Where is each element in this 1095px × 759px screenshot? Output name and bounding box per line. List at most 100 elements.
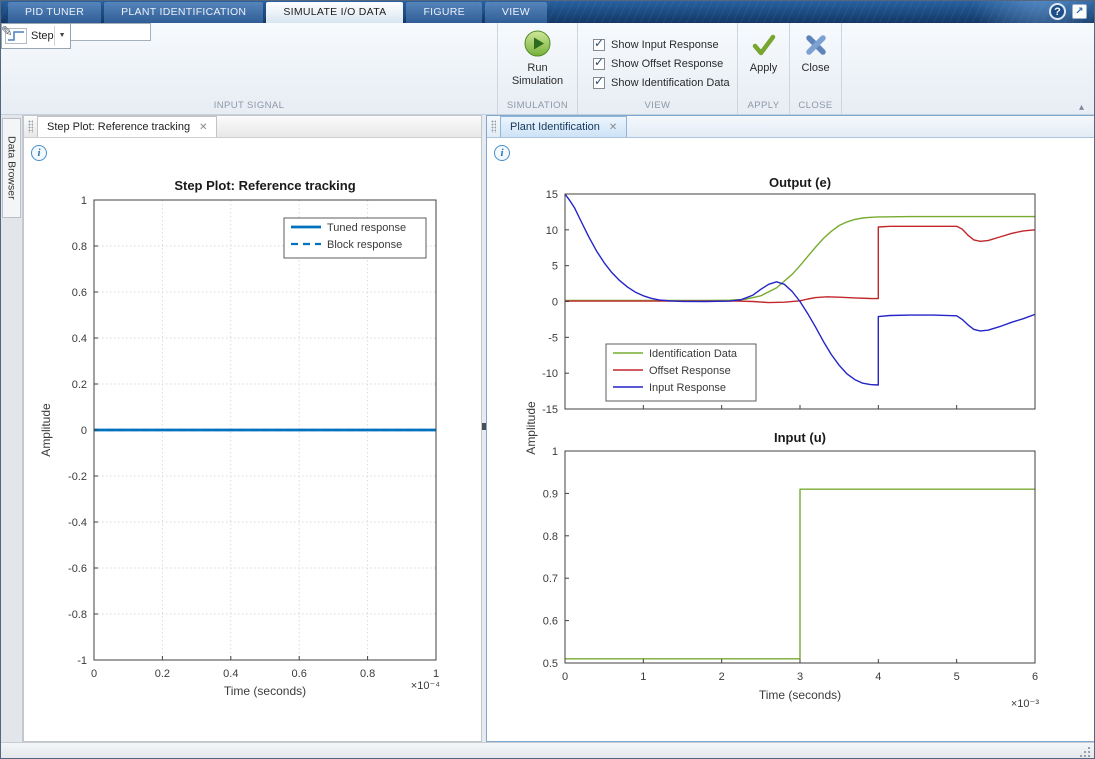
svg-text:2: 2 bbox=[719, 671, 725, 683]
check-icon: ✓ bbox=[594, 74, 604, 88]
svg-text:Identification Data: Identification Data bbox=[649, 348, 738, 360]
checkbox-show-input-response[interactable]: ✓ Show Input Response bbox=[578, 35, 737, 54]
check-icon: ✓ bbox=[594, 55, 604, 69]
svg-text:1: 1 bbox=[433, 668, 439, 680]
svg-text:-0.6: -0.6 bbox=[68, 563, 87, 575]
svg-text:×10⁻³: ×10⁻³ bbox=[1011, 698, 1039, 710]
checkbox-label: Show Identification Data bbox=[611, 77, 730, 89]
svg-text:3: 3 bbox=[797, 671, 803, 683]
ribbon-tabbar: PID TUNER PLANT IDENTIFICATION SIMULATE … bbox=[1, 1, 1094, 23]
tab-gripper[interactable] bbox=[28, 120, 33, 133]
svg-text:0.7: 0.7 bbox=[543, 573, 558, 585]
right-panel-tabbar: Plant Identification ✕ bbox=[487, 116, 1095, 138]
close-tab-icon[interactable]: ✕ bbox=[199, 122, 207, 133]
svg-text:0.4: 0.4 bbox=[72, 333, 87, 345]
svg-text:-1: -1 bbox=[77, 655, 87, 667]
apply-label: Apply bbox=[738, 62, 789, 74]
data-browser-tab[interactable]: Data Browser bbox=[2, 118, 21, 218]
input-signal-section-label: INPUT SIGNAL bbox=[1, 99, 497, 114]
svg-text:Step Plot: Reference tracking: Step Plot: Reference tracking bbox=[174, 178, 355, 193]
info-icon[interactable]: i bbox=[31, 145, 47, 161]
apply-section-label: APPLY bbox=[738, 99, 789, 114]
svg-text:-0.4: -0.4 bbox=[68, 517, 87, 529]
svg-text:1: 1 bbox=[552, 446, 558, 458]
step-plot-chart: 00.20.40.60.81-1-0.8-0.6-0.4-0.200.20.40… bbox=[24, 138, 481, 741]
toolstrip-spacer: ▴ bbox=[842, 23, 1094, 114]
svg-text:5: 5 bbox=[552, 261, 558, 273]
tab-plant-identification[interactable]: PLANT IDENTIFICATION bbox=[104, 2, 263, 23]
resize-grip[interactable] bbox=[1078, 745, 1090, 757]
checkbox-label: Show Input Response bbox=[611, 39, 719, 51]
tab-gripper[interactable] bbox=[491, 120, 496, 133]
svg-text:Offset Response: Offset Response bbox=[649, 365, 731, 377]
svg-text:0.8: 0.8 bbox=[543, 531, 558, 543]
tabbar-icons: ? ↗ bbox=[1049, 3, 1087, 20]
checkbox-show-identification-data[interactable]: ✓ Show Identification Data bbox=[578, 73, 737, 92]
svg-text:6: 6 bbox=[1032, 671, 1038, 683]
tab-plant-identification-doc[interactable]: Plant Identification ✕ bbox=[500, 116, 627, 137]
checkbox-box: ✓ bbox=[593, 77, 605, 89]
svg-text:15: 15 bbox=[546, 189, 558, 201]
svg-text:0.8: 0.8 bbox=[72, 241, 87, 253]
view-section: ✓ Show Input Response ✓ Show Offset Resp… bbox=[578, 23, 738, 114]
simulation-section: Run Simulation SIMULATION bbox=[498, 23, 578, 114]
tab-step-plot[interactable]: Step Plot: Reference tracking ✕ bbox=[37, 116, 217, 137]
svg-text:-0.2: -0.2 bbox=[68, 471, 87, 483]
svg-text:Output (e): Output (e) bbox=[769, 175, 831, 190]
shared-amplitude-label: Amplitude bbox=[524, 401, 538, 454]
svg-text:0.6: 0.6 bbox=[543, 616, 558, 628]
svg-text:Time (seconds): Time (seconds) bbox=[224, 684, 306, 698]
svg-text:10: 10 bbox=[546, 225, 558, 237]
input-chart: 01234560.50.60.70.80.91Input (u)Time (se… bbox=[487, 426, 1095, 740]
tab-figure[interactable]: FIGURE bbox=[406, 2, 481, 23]
svg-text:Block response: Block response bbox=[327, 239, 402, 251]
svg-text:0.2: 0.2 bbox=[155, 668, 170, 680]
run-simulation-button[interactable]: Run Simulation bbox=[498, 23, 577, 99]
plant-identification-content: -15-10-5051015Output (e)Identification D… bbox=[487, 138, 1095, 741]
tab-pid-tuner[interactable]: PID TUNER bbox=[8, 2, 101, 23]
svg-text:5: 5 bbox=[954, 671, 960, 683]
svg-text:0.6: 0.6 bbox=[292, 668, 307, 680]
edit-signal-icon[interactable]: ✎ bbox=[1, 23, 13, 40]
close-button[interactable]: Close bbox=[790, 23, 841, 99]
view-section-label: VIEW bbox=[578, 99, 737, 114]
svg-text:0.4: 0.4 bbox=[223, 668, 238, 680]
svg-text:0.2: 0.2 bbox=[72, 379, 87, 391]
svg-text:Input (u): Input (u) bbox=[774, 430, 826, 445]
svg-text:0.5: 0.5 bbox=[543, 658, 558, 670]
svg-text:-0.8: -0.8 bbox=[68, 609, 87, 621]
check-icon: ✓ bbox=[594, 36, 604, 50]
checkbox-label: Show Offset Response bbox=[611, 58, 723, 70]
svg-text:0.9: 0.9 bbox=[543, 488, 558, 500]
svg-text:0: 0 bbox=[91, 668, 97, 680]
run-simulation-label: Run Simulation bbox=[498, 62, 577, 88]
app-window: PID TUNER PLANT IDENTIFICATION SIMULATE … bbox=[0, 0, 1095, 759]
apply-button[interactable]: Apply bbox=[738, 23, 789, 99]
collapse-toolstrip-icon[interactable]: ▴ bbox=[1079, 102, 1084, 113]
tab-plant-identification-label: Plant Identification bbox=[510, 121, 600, 133]
toolstrip: Sample Time (ΔT): Offset (u₀): Onset Lag… bbox=[1, 23, 1094, 115]
svg-text:Tuned response: Tuned response bbox=[327, 222, 406, 234]
simulation-section-label: SIMULATION bbox=[498, 99, 577, 114]
export-icon[interactable]: ↗ bbox=[1072, 4, 1087, 19]
svg-text:Input Response: Input Response bbox=[649, 382, 726, 394]
checkbox-box: ✓ bbox=[593, 39, 605, 51]
svg-text:1: 1 bbox=[81, 195, 87, 207]
tab-view[interactable]: VIEW bbox=[485, 2, 547, 23]
apply-section: Apply APPLY bbox=[738, 23, 790, 114]
step-plot-content: 00.20.40.60.81-1-0.8-0.6-0.4-0.200.20.40… bbox=[24, 138, 481, 741]
close-x-icon bbox=[804, 33, 828, 57]
close-label: Close bbox=[790, 62, 841, 74]
svg-text:-15: -15 bbox=[542, 404, 558, 416]
close-section-label: CLOSE bbox=[790, 99, 841, 114]
tab-simulate-io-data[interactable]: SIMULATE I/O DATA bbox=[266, 2, 403, 23]
tab-step-plot-label: Step Plot: Reference tracking bbox=[47, 121, 190, 133]
checkbox-show-offset-response[interactable]: ✓ Show Offset Response bbox=[578, 54, 737, 73]
close-tab-icon[interactable]: ✕ bbox=[609, 122, 617, 133]
svg-text:Amplitude: Amplitude bbox=[39, 403, 53, 457]
info-icon[interactable]: i bbox=[494, 145, 510, 161]
output-chart: -15-10-5051015Output (e)Identification D… bbox=[487, 138, 1095, 426]
main-area: Data Browser Step Plot: Reference tracki… bbox=[1, 115, 1095, 742]
checkbox-box: ✓ bbox=[593, 58, 605, 70]
help-icon[interactable]: ? bbox=[1049, 3, 1066, 20]
